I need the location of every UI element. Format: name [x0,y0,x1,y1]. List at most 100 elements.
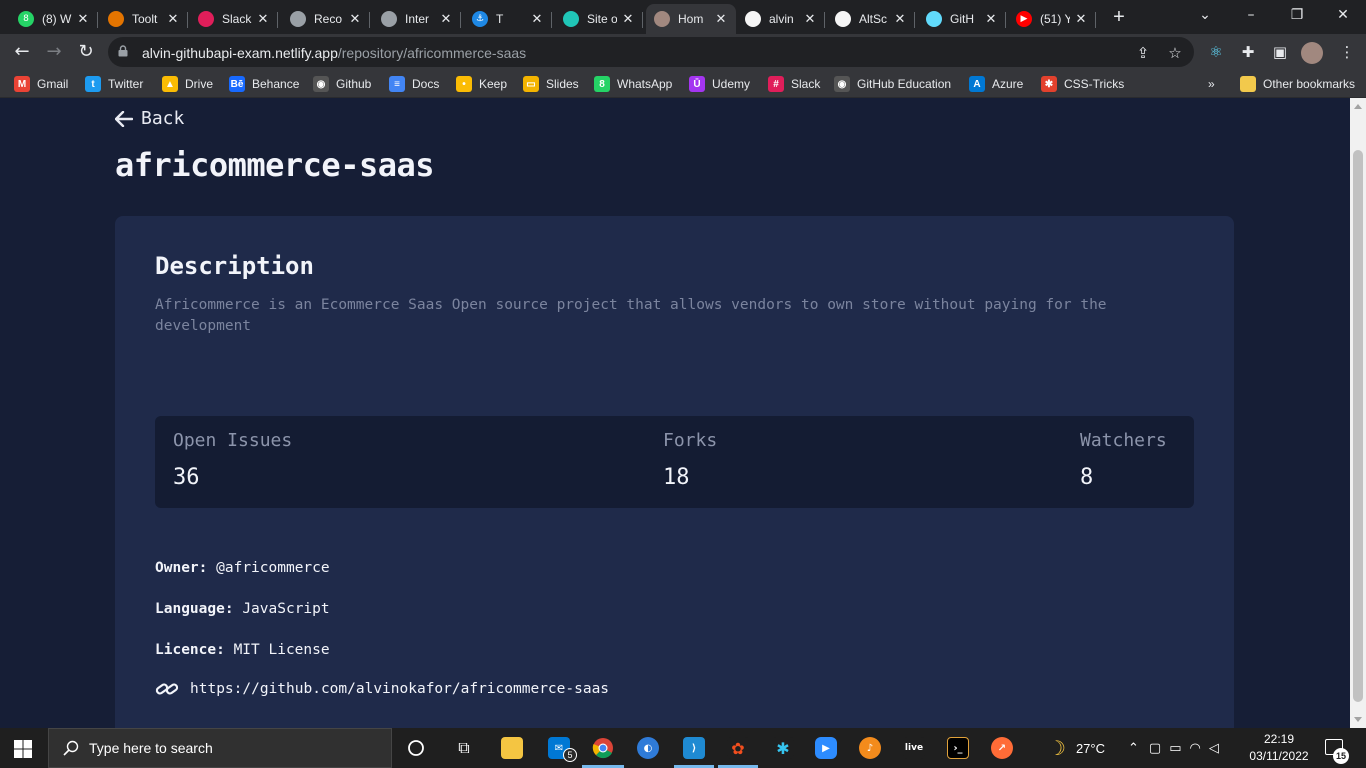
figma-icon[interactable]: ✿ [724,734,752,762]
close-tab-icon[interactable]: ✕ [803,11,817,27]
tab-search-icon[interactable]: ⌄ [1182,0,1228,30]
postman-icon[interactable]: ↗ [988,734,1016,762]
reload-icon[interactable]: ↻ [72,38,100,66]
bookmark-keep[interactable]: • Keep [456,75,507,93]
bookmark-azure[interactable]: A Azure [969,75,1023,93]
terminal-icon[interactable]: ›_ [944,734,972,762]
bookmarks-overflow-button[interactable]: » [1208,75,1215,93]
page-scrollbar[interactable] [1350,98,1366,728]
other-bookmarks[interactable]: Other bookmarks [1240,75,1355,93]
open-issues-label: Open Issues [173,430,293,451]
vscode-icon[interactable]: ⟩ [680,734,708,762]
tab-10[interactable]: AltSc ✕ [827,4,915,34]
slack-icon: # [768,76,784,92]
tab-title: Slack [222,12,252,26]
forward-nav-icon[interactable]: → [40,38,68,66]
windows-start-icon[interactable] [14,740,32,758]
scroll-down-icon[interactable] [1354,717,1362,722]
zoom-icon[interactable]: ▶ [812,734,840,762]
share-icon[interactable]: ⇪ [1134,44,1152,62]
bookmark-docs[interactable]: ≡ Docs [389,75,439,93]
system-tray[interactable]: ⌃ ▢ ▭ ◠ ◁ [1128,728,1219,768]
bookmark-github[interactable]: ◉ Github [313,75,371,93]
new-tab-button[interactable]: + [1108,4,1130,30]
bookmark-gmail[interactable]: M Gmail [14,75,68,93]
close-tab-icon[interactable]: ✕ [530,11,544,27]
bookmark-twitter[interactable]: t Twitter [85,75,143,93]
task-view-icon[interactable]: ⧉ [450,734,478,762]
weather-widget[interactable]: ☽ 27°C [1048,728,1105,768]
extensions-icon[interactable]: ✚ [1237,41,1259,63]
link-icon [155,683,179,695]
close-tab-icon[interactable]: ✕ [893,11,907,27]
lock-icon [118,45,128,57]
fl-studio-icon[interactable]: ♪ [856,734,884,762]
address-bar[interactable]: alvin-githubapi-exam.netlify.app/reposit… [108,37,1194,67]
close-tab-icon[interactable]: ✕ [984,11,998,27]
github-icon [745,11,761,27]
bookmark-udemy[interactable]: Ū Udemy [689,75,750,93]
repo-url[interactable]: https://github.com/alvinokafor/africomme… [190,681,609,697]
slack-app-icon[interactable]: ✱ [769,734,797,762]
file-explorer-icon[interactable] [498,734,526,762]
taskbar-search[interactable]: Type here to search [48,728,392,768]
folder-icon [1240,76,1256,92]
bookmark-github-education[interactable]: ◉ GitHub Education [834,75,951,93]
bookmark-slides[interactable]: ▭ Slides [523,75,579,93]
mail-badge: 5 [563,748,577,762]
react-devtools-icon[interactable]: ⚛ [1205,41,1227,63]
close-tab-icon[interactable]: ✕ [714,11,728,27]
bookmark-label: Slides [546,77,579,91]
bookmark-drive[interactable]: ▲ Drive [162,75,213,93]
tab-5[interactable]: Inter ✕ [373,4,461,34]
close-tab-icon[interactable]: ✕ [166,11,180,27]
ableton-live-icon[interactable]: live [900,734,928,762]
back-link[interactable]: Back [115,108,184,129]
tab-9[interactable]: alvin ✕ [737,4,825,34]
scroll-thumb[interactable] [1353,150,1363,702]
tab-2[interactable]: Toolt ✕ [100,4,188,34]
repo-title: africommerce-saas [115,146,435,184]
tab-8[interactable]: Hom ✕ [646,4,736,34]
bookmark-label: GitHub Education [857,77,952,91]
bookmark-behance[interactable]: Bē Behance [229,75,299,93]
scroll-up-icon[interactable] [1354,104,1362,109]
close-tab-icon[interactable]: ✕ [621,11,635,27]
volume-icon[interactable]: ◁ [1209,741,1219,756]
restore-icon[interactable]: ❐ [1274,0,1320,30]
firefox-icon[interactable]: ◐ [634,734,662,762]
close-tab-icon[interactable]: ✕ [76,11,90,27]
menu-icon[interactable]: ⋮ [1336,41,1358,63]
side-panel-icon[interactable]: ▣ [1269,41,1291,63]
tab-11[interactable]: GitH ✕ [918,4,1006,34]
tab-3[interactable]: Slack ✕ [190,4,278,34]
close-window-icon[interactable]: ✕ [1320,0,1366,30]
tab-4[interactable]: Reco ✕ [282,4,370,34]
tray-chevron-icon[interactable]: ⌃ [1128,741,1139,756]
cortana-icon[interactable] [402,734,430,762]
bookmark-star-icon[interactable]: ☆ [1166,44,1184,62]
minimize-icon[interactable]: – [1228,0,1274,30]
clock[interactable]: 22:19 03/11/2022 [1248,731,1310,765]
tab-1[interactable]: 8 (8) W ✕ [10,4,98,34]
back-nav-icon[interactable]: ← [8,38,36,66]
wifi-icon[interactable]: ◠ [1190,741,1201,756]
tab-7[interactable]: Site o ✕ [555,4,643,34]
close-tab-icon[interactable]: ✕ [348,11,362,27]
chrome-icon[interactable] [589,734,617,762]
profile-avatar[interactable] [1301,42,1323,64]
tab-6[interactable]: ⚓ T ✕ [464,4,552,34]
bookmark-slack[interactable]: # Slack [768,75,820,93]
meet-now-icon[interactable]: ▢ [1149,741,1161,756]
close-tab-icon[interactable]: ✕ [256,11,270,27]
tab-12[interactable]: ▶ (51) Y ✕ [1008,4,1096,34]
udemy-icon: Ū [689,76,705,92]
tab-title: T [496,12,504,26]
bookmark-whatsapp[interactable]: 8 WhatsApp [594,75,672,93]
close-tab-icon[interactable]: ✕ [439,11,453,27]
battery-icon[interactable]: ▭ [1169,741,1181,756]
bookmark-css-tricks[interactable]: ✱ CSS-Tricks [1041,75,1124,93]
repo-link[interactable]: https://github.com/alvinokafor/africomme… [155,679,609,699]
search-placeholder: Type here to search [89,740,213,756]
close-tab-icon[interactable]: ✕ [1074,11,1088,27]
